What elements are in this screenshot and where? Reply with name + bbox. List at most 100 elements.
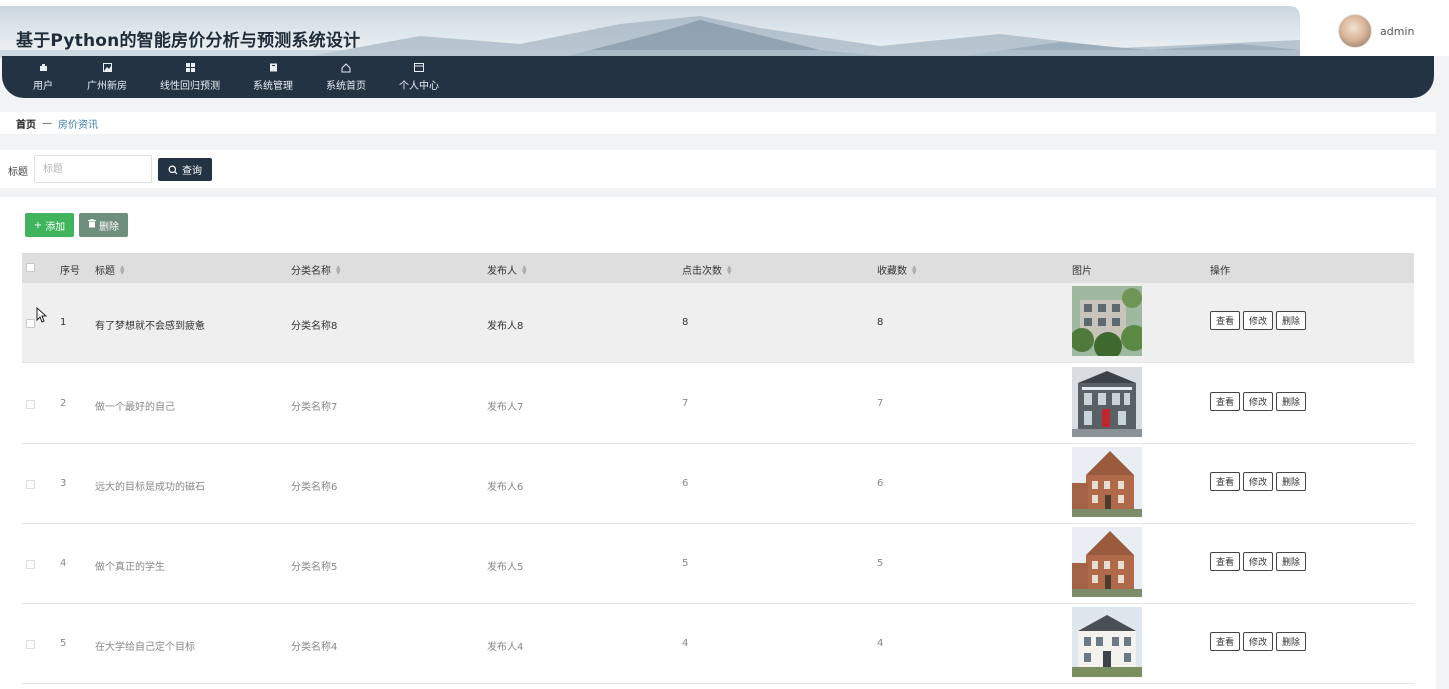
sort-icon[interactable]: ▲ ▼ xyxy=(336,264,341,275)
search-button-label: 查询 xyxy=(182,166,202,177)
cell-title: 做个真正的学生 xyxy=(95,562,165,573)
col-publisher-label: 发布人 xyxy=(487,266,517,277)
breadcrumb-home[interactable]: 首页 xyxy=(16,116,36,131)
app-title: 基于Python的智能房价分析与预测系统设计 xyxy=(16,31,361,51)
nav-label: 线性回归预测 xyxy=(160,80,220,92)
batch-delete-label: 删除 xyxy=(99,221,119,233)
edit-button[interactable]: 修改 xyxy=(1243,472,1274,491)
edit-button[interactable]: 修改 xyxy=(1243,392,1274,411)
col-clicks[interactable]: 点击次数 ▲ ▼ xyxy=(682,262,732,277)
user-menu[interactable]: admin xyxy=(1338,14,1414,48)
cell-category: 分类名称4 xyxy=(291,642,338,653)
cell-clicks: 6 xyxy=(682,478,689,489)
view-button[interactable]: 查看 xyxy=(1210,552,1241,571)
col-publisher[interactable]: 发布人 ▲ ▼ xyxy=(487,262,527,277)
cell-category: 分类名称7 xyxy=(291,402,338,413)
cell-favorites: 8 xyxy=(877,317,884,328)
cell-favorites: 4 xyxy=(877,638,884,649)
row-actions: 查看 修改 删除 xyxy=(1210,632,1309,651)
title-search-input[interactable] xyxy=(34,155,152,183)
cell-title: 在大学给自己定个目标 xyxy=(95,642,195,653)
delete-button[interactable]: 删除 xyxy=(1276,311,1307,330)
cell-index: 4 xyxy=(60,558,67,569)
sort-icon[interactable]: ▲ ▼ xyxy=(727,264,732,275)
house-thumbnail[interactable] xyxy=(1072,447,1142,517)
add-button-label: 添加 xyxy=(45,221,66,233)
table-row[interactable]: 1 有了梦想就不会感到疲惫 分类名称8 发布人8 8 8 查看 修改 删除 xyxy=(22,283,1414,363)
cell-clicks: 7 xyxy=(682,398,689,409)
mouse-cursor-icon xyxy=(36,307,47,323)
nav-item-guangzhou-new-homes[interactable]: 广州新房 xyxy=(84,56,130,98)
cell-category: 分类名称5 xyxy=(291,562,338,573)
user-icon xyxy=(38,63,48,73)
row-checkbox[interactable] xyxy=(26,480,35,489)
col-favorites[interactable]: 收藏数 ▲ ▼ xyxy=(877,262,917,277)
plus-icon: + xyxy=(33,219,43,231)
select-all-checkbox[interactable] xyxy=(26,263,35,272)
delete-button[interactable]: 删除 xyxy=(1276,632,1307,651)
table-row[interactable]: 5 在大学给自己定个目标 分类名称4 发布人4 4 4 查看 修改 删除 xyxy=(22,604,1414,684)
row-checkbox[interactable] xyxy=(26,560,35,569)
username: admin xyxy=(1380,24,1415,38)
edit-button[interactable]: 修改 xyxy=(1243,632,1274,651)
card-icon xyxy=(414,63,424,73)
cell-clicks: 8 xyxy=(682,317,689,328)
breadcrumb-current[interactable]: 房价资讯 xyxy=(58,116,98,131)
trash-icon xyxy=(88,219,96,231)
cell-index: 3 xyxy=(60,478,67,489)
view-button[interactable]: 查看 xyxy=(1210,472,1241,491)
cell-publisher: 发布人8 xyxy=(487,321,524,332)
table-header: 序号 标题 ▲ ▼ 分类名称 ▲ ▼ 发布人 ▲ ▼ 点击次数 ▲ ▼ 收藏数 ▲ ▼ 图片 操作 xyxy=(22,253,1414,283)
edit-button[interactable]: 修改 xyxy=(1243,552,1274,571)
house-thumbnail[interactable] xyxy=(1072,286,1142,356)
table-row[interactable]: 4 做个真正的学生 分类名称5 发布人5 5 5 查看 修改 删除 xyxy=(22,524,1414,604)
row-checkbox[interactable] xyxy=(26,640,35,649)
search-button[interactable]: 查询 xyxy=(158,158,212,181)
house-thumbnail[interactable] xyxy=(1072,527,1142,597)
nav-item-linear-regression[interactable]: 线性回归预测 xyxy=(157,56,223,98)
view-button[interactable]: 查看 xyxy=(1210,311,1241,330)
delete-button[interactable]: 删除 xyxy=(1276,392,1307,411)
delete-button[interactable]: 删除 xyxy=(1276,472,1307,491)
col-category-label: 分类名称 xyxy=(291,266,331,277)
view-button[interactable]: 查看 xyxy=(1210,392,1241,411)
edit-button[interactable]: 修改 xyxy=(1243,311,1274,330)
cell-favorites: 5 xyxy=(877,558,884,569)
nav-item-system-home[interactable]: 系统首页 xyxy=(323,56,369,98)
house-thumbnail[interactable] xyxy=(1072,607,1142,677)
sort-icon[interactable]: ▲ ▼ xyxy=(522,264,527,275)
cell-clicks: 5 xyxy=(682,558,689,569)
batch-delete-button[interactable]: 删除 xyxy=(79,213,128,237)
sort-icon[interactable]: ▲ ▼ xyxy=(912,264,917,275)
cell-publisher: 发布人6 xyxy=(487,482,524,493)
add-button[interactable]: + 添加 xyxy=(25,213,74,237)
sort-icon[interactable]: ▲ ▼ xyxy=(120,264,125,275)
table-row[interactable]: 3 远大的目标是成功的磁石 分类名称6 发布人6 6 6 查看 修改 删除 xyxy=(22,444,1414,524)
nav-item-user[interactable]: 用户 xyxy=(28,56,58,98)
nav-item-system-management[interactable]: 系统管理 xyxy=(250,56,296,98)
cell-publisher: 发布人7 xyxy=(487,402,524,413)
house-thumbnail[interactable] xyxy=(1072,367,1142,437)
delete-button[interactable]: 删除 xyxy=(1276,552,1307,571)
nav-label: 用户 xyxy=(33,80,53,92)
row-checkbox[interactable] xyxy=(26,400,35,409)
view-button[interactable]: 查看 xyxy=(1210,632,1241,651)
search-label: 标题 xyxy=(8,167,28,178)
search-form: 标题 查询 xyxy=(0,150,1436,188)
cell-title: 远大的目标是成功的磁石 xyxy=(95,482,205,493)
avatar[interactable] xyxy=(1338,14,1372,48)
cell-favorites: 7 xyxy=(877,398,884,409)
nav-item-personal-center[interactable]: 个人中心 xyxy=(396,56,442,98)
table-row[interactable]: 2 做一个最好的自己 分类名称7 发布人7 7 7 查看 修改 删除 xyxy=(22,364,1414,444)
cell-title: 有了梦想就不会感到疲惫 xyxy=(95,321,205,332)
app-header: 基于Python的智能房价分析与预测系统设计 admin xyxy=(0,0,1449,58)
nav-label: 个人中心 xyxy=(399,80,439,92)
col-clicks-label: 点击次数 xyxy=(682,266,722,277)
col-favorites-label: 收藏数 xyxy=(877,266,907,277)
col-category[interactable]: 分类名称 ▲ ▼ xyxy=(291,262,341,277)
col-title[interactable]: 标题 ▲ ▼ xyxy=(95,262,125,277)
row-checkbox[interactable] xyxy=(26,319,35,328)
cell-index: 5 xyxy=(60,638,67,649)
cell-favorites: 6 xyxy=(877,478,884,489)
breadcrumb-separator: — xyxy=(42,117,52,129)
